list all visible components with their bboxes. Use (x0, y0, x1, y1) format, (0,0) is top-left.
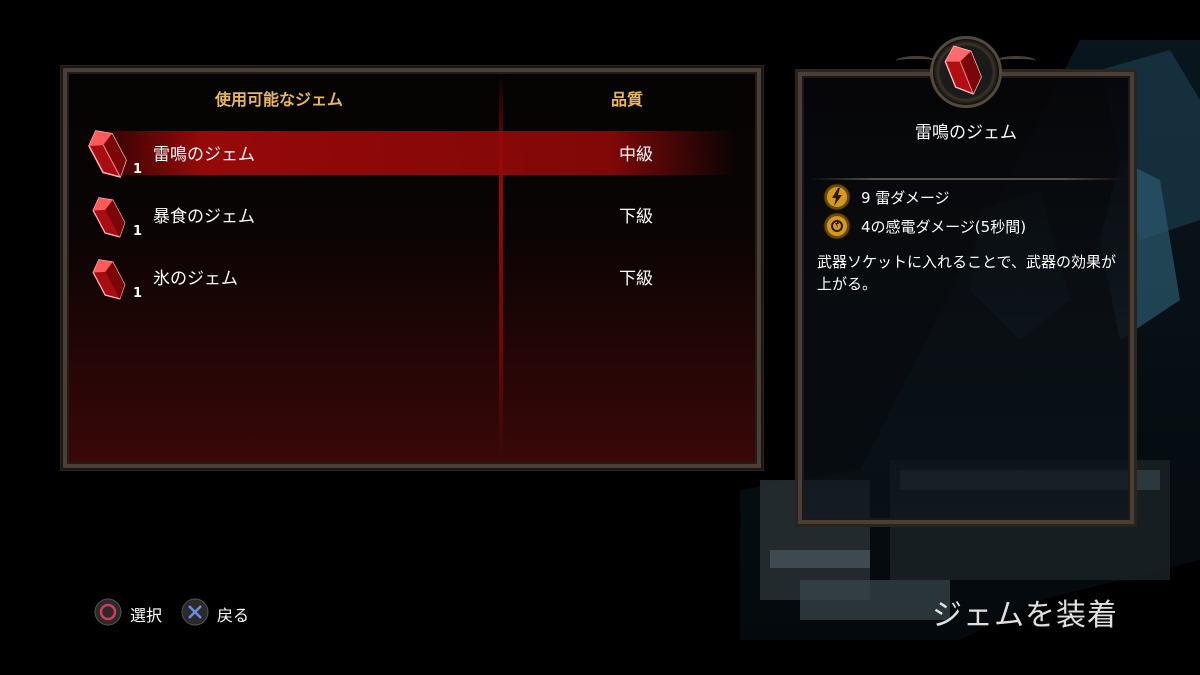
gem-quality: 下級 (619, 207, 653, 227)
back-label: 戻る (217, 606, 250, 625)
circle-button-icon (94, 598, 122, 626)
shock-orb-icon (823, 212, 851, 240)
gem-row[interactable]: 1 氷のジェム 下級 (67, 246, 757, 306)
red-gem-icon (88, 130, 127, 178)
cross-button-icon (181, 598, 209, 626)
medallion-ornament (996, 56, 1036, 66)
gem-name: 雷鳴のジェム (153, 145, 255, 165)
gem-row[interactable]: 1 暴食のジェム 下級 (67, 184, 757, 244)
gem-list-panel: 使用可能なジェム 品質 1 雷鳴のジェム 中級 1 暴食のジェム 下級 1 氷の… (61, 66, 763, 470)
gem-row[interactable]: 1 雷鳴のジェム 中級 (67, 122, 757, 182)
gem-count: 1 (133, 162, 143, 177)
detail-divider (810, 178, 1125, 180)
red-gem-icon (944, 45, 982, 95)
stat-text: 4の感電ダメージ(5秒間) (861, 218, 1027, 236)
select-label: 選択 (130, 606, 163, 625)
gem-count: 1 (133, 286, 143, 301)
gem-name: 氷のジェム (153, 269, 238, 289)
gem-description: 武器ソケットに入れることで、武器の効果が上がる。 (817, 253, 1116, 293)
gem-count: 1 (133, 224, 143, 239)
detail-gem-title: 雷鳴のジェム (915, 123, 1017, 143)
lightning-orb-icon (823, 183, 851, 211)
red-gem-icon (92, 197, 126, 238)
header-quality: 品質 (611, 90, 644, 109)
screen-title: ジェムを装着 (932, 598, 1118, 633)
gem-name: 暴食のジェム (153, 207, 255, 227)
gem-quality: 下級 (619, 269, 653, 289)
gem-quality: 中級 (619, 145, 653, 165)
header-available-gems: 使用可能なジェム (215, 90, 344, 109)
detail-gem-medallion (930, 36, 1002, 108)
red-gem-icon (92, 259, 126, 300)
stat-text: 9 雷ダメージ (861, 189, 950, 207)
